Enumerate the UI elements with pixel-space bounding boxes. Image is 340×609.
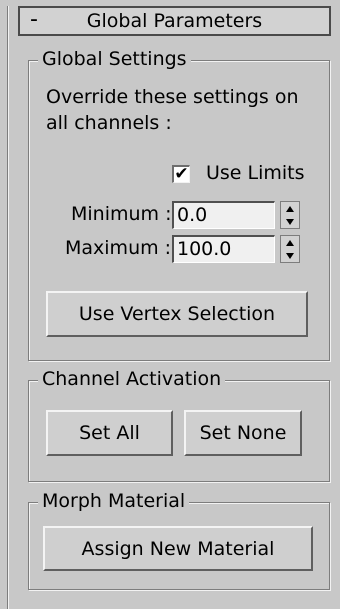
morph-material-legend: Morph Material <box>38 491 190 511</box>
checkmark-icon: ✔ <box>174 164 189 184</box>
use-limits-checkbox[interactable]: ✔ <box>172 165 190 183</box>
global-settings-legend: Global Settings <box>38 49 191 69</box>
rollout-collapse-icon[interactable]: - <box>30 6 38 36</box>
assign-new-material-button[interactable]: Assign New Material <box>43 526 313 571</box>
override-description-line2: all channels : <box>46 112 172 134</box>
spinner-down-icon[interactable] <box>281 249 299 262</box>
spinner-down-icon[interactable] <box>281 215 299 228</box>
minimum-field[interactable]: 0.0 <box>172 201 275 229</box>
maximum-spinner[interactable] <box>280 235 300 263</box>
use-vertex-selection-label: Use Vertex Selection <box>78 303 276 325</box>
set-all-button[interactable]: Set All <box>46 410 173 456</box>
set-none-button[interactable]: Set None <box>184 410 302 456</box>
minimum-label: Minimum : <box>71 203 172 225</box>
set-none-label: Set None <box>199 422 287 444</box>
set-all-label: Set All <box>79 422 140 444</box>
use-vertex-selection-button[interactable]: Use Vertex Selection <box>46 291 308 337</box>
channel-activation-legend: Channel Activation <box>38 369 226 389</box>
minimum-spinner[interactable] <box>280 201 300 229</box>
maximum-label: Maximum : <box>65 237 172 259</box>
spinner-up-icon[interactable] <box>281 236 299 249</box>
use-limits-label: Use Limits <box>206 162 305 184</box>
rollout-rail-highlight <box>8 6 9 609</box>
spinner-up-icon[interactable] <box>281 202 299 215</box>
rollout-title: Global Parameters <box>86 10 263 32</box>
rollout-header-global-parameters[interactable]: Global Parameters <box>18 6 331 36</box>
override-description-line1: Override these settings on <box>46 86 299 108</box>
assign-new-material-label: Assign New Material <box>81 537 275 560</box>
maximum-field[interactable]: 100.0 <box>172 235 275 263</box>
